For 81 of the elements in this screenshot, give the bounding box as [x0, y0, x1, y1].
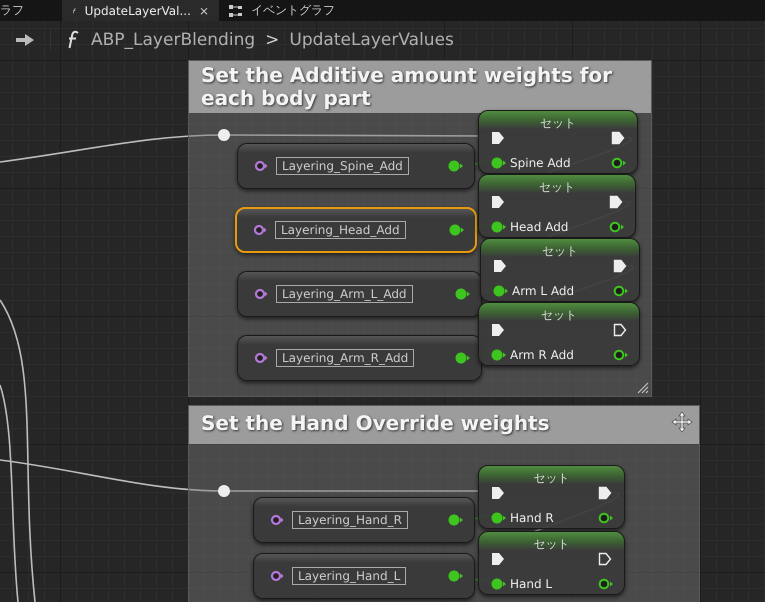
data-pin-icon[interactable] — [493, 285, 509, 297]
set-node[interactable]: セット Hand R — [478, 465, 625, 529]
breadcrumb-separator: > — [265, 30, 280, 50]
comment-title: Set the Hand Override weights — [201, 412, 550, 435]
data-pin-icon[interactable] — [448, 514, 464, 526]
reroute-node-icon[interactable] — [218, 485, 230, 497]
variable-name: Layering_Hand_R — [292, 511, 408, 529]
exec-pin-icon[interactable] — [491, 195, 505, 209]
exec-pin-icon[interactable] — [491, 486, 505, 500]
resize-grip-icon[interactable] — [637, 382, 649, 394]
object-pin-icon[interactable] — [254, 352, 268, 364]
get-variable-node[interactable]: Layering_Hand_L — [253, 553, 475, 599]
node-title: セット — [532, 470, 570, 487]
exec-pin-icon[interactable] — [613, 259, 627, 273]
variable-name: Layering_Arm_L_Add — [276, 285, 413, 303]
exec-pin-icon[interactable] — [491, 131, 505, 145]
object-pin-icon[interactable] — [254, 288, 268, 300]
data-pin-icon[interactable] — [598, 512, 614, 524]
data-pin-icon[interactable] — [491, 578, 507, 590]
data-pin-icon[interactable] — [611, 157, 627, 169]
editor-tab[interactable]: ラフ — [0, 0, 62, 21]
variable-name: Layering_Arm_R_Add — [276, 349, 414, 367]
exec-pin-icon[interactable] — [611, 131, 625, 145]
arrow-right-icon[interactable] — [14, 32, 36, 48]
data-pin-icon[interactable] — [455, 352, 471, 364]
set-node[interactable]: セット Hand L — [478, 531, 625, 595]
pin-label: Spine Add — [510, 156, 571, 170]
exec-pin-icon[interactable] — [598, 486, 612, 500]
exec-pin-icon[interactable] — [493, 259, 507, 273]
data-pin-icon[interactable] — [598, 578, 614, 590]
set-node[interactable]: セット Head Add — [478, 174, 636, 238]
get-variable-node[interactable]: Layering_Arm_R_Add — [237, 335, 482, 381]
data-pin-icon[interactable] — [613, 349, 629, 361]
data-pin-icon[interactable] — [613, 285, 629, 297]
editor-tab[interactable]: イベントグラフ — [219, 0, 345, 21]
exec-pin-icon[interactable] — [598, 552, 612, 566]
node-title: セット — [538, 179, 576, 196]
graph-icon — [229, 4, 243, 16]
pin-label: Arm R Add — [510, 348, 574, 362]
object-pin-icon[interactable] — [270, 570, 284, 582]
variable-name: Layering_Hand_L — [292, 567, 406, 585]
set-node[interactable]: セット Spine Add — [478, 110, 638, 174]
reroute-node-icon[interactable] — [218, 129, 230, 141]
get-variable-node[interactable]: Layering_Arm_L_Add — [237, 271, 482, 317]
editor-tab[interactable]: UpdateLayerVal... × — [62, 0, 219, 21]
comment-title: Set the Additive amount weights for each body part — [201, 64, 614, 110]
data-pin-icon[interactable] — [448, 570, 464, 582]
pin-label: Hand R — [510, 511, 554, 525]
exec-pin-icon[interactable] — [491, 552, 505, 566]
exec-pin-icon[interactable] — [613, 323, 627, 337]
exec-pin-icon[interactable] — [609, 195, 623, 209]
set-node[interactable]: セット Arm L Add — [480, 238, 640, 302]
data-pin-icon[interactable] — [448, 160, 464, 172]
data-pin-icon[interactable] — [449, 224, 465, 236]
pin-label: Arm L Add — [512, 284, 574, 298]
exec-pin-icon[interactable] — [491, 323, 505, 337]
close-tab-button[interactable]: × — [198, 4, 209, 18]
object-pin-icon[interactable] — [253, 224, 267, 236]
get-variable-node[interactable]: Layering_Head_Add — [235, 207, 477, 253]
object-pin-icon[interactable] — [254, 160, 268, 172]
get-variable-node[interactable]: Layering_Hand_R — [253, 497, 475, 543]
pin-label: Hand L — [510, 577, 552, 591]
get-variable-node[interactable]: Layering_Spine_Add — [237, 143, 475, 189]
data-pin-icon[interactable] — [491, 221, 507, 233]
node-title: セット — [540, 307, 578, 324]
object-pin-icon[interactable] — [270, 514, 284, 526]
set-node[interactable]: セット Arm R Add — [478, 302, 640, 366]
breadcrumb-current: UpdateLayerValues — [289, 30, 454, 50]
node-title: セット — [539, 115, 577, 132]
variable-name: Layering_Spine_Add — [276, 157, 409, 175]
move-icon — [671, 411, 693, 433]
pin-label: Head Add — [510, 220, 568, 234]
node-title: セット — [532, 536, 570, 553]
data-pin-icon[interactable] — [455, 288, 471, 300]
variable-name: Layering_Head_Add — [275, 221, 406, 239]
data-pin-icon[interactable] — [491, 512, 507, 524]
data-pin-icon[interactable] — [491, 349, 507, 361]
data-pin-icon[interactable] — [491, 157, 507, 169]
node-title: セット — [541, 243, 579, 260]
data-pin-icon[interactable] — [609, 221, 625, 233]
breadcrumb-link[interactable]: ABP_LayerBlending — [91, 30, 256, 50]
